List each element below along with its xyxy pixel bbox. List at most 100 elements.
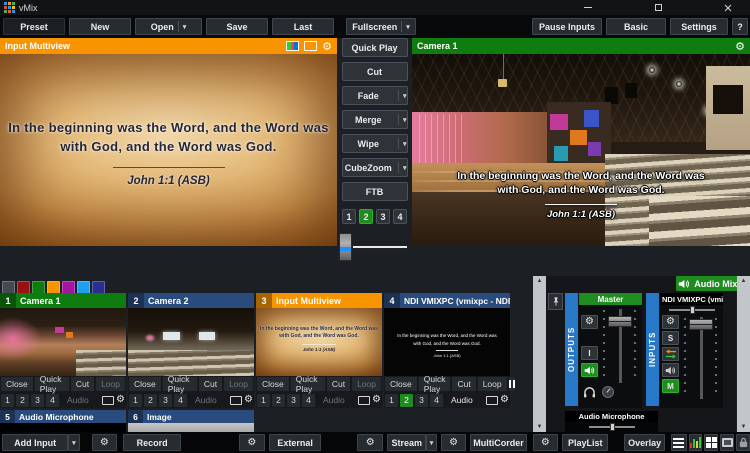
input-4-fullscreen-icon[interactable] [486,396,498,405]
playlist-settings-button[interactable]: ⚙ [533,434,559,451]
monitor-icon[interactable] [304,41,317,51]
program-settings-gear-icon[interactable]: ⚙ [735,41,745,52]
open-dropdown-icon[interactable]: ▾ [183,23,187,31]
wipe-button[interactable]: Wipe▾ [342,134,408,153]
ndi-fader-handle[interactable] [689,319,713,330]
input-3-overlay-4[interactable]: 4 [302,394,315,407]
minimize-button[interactable] [578,0,598,15]
input-2-overlay-1[interactable]: 1 [129,394,142,407]
transition-3-button[interactable]: 3 [376,209,390,224]
scroll-up-icon[interactable]: ▲ [537,276,543,286]
input-3-gear-icon[interactable]: ⚙ [372,395,381,405]
input-1-overlay-1[interactable]: 1 [1,394,14,407]
last-button[interactable]: Last [272,18,334,35]
ndi-balance-slider[interactable] [660,305,723,315]
merge-button[interactable]: Merge▾ [342,110,408,129]
layout-list-button[interactable] [671,434,687,451]
input-2-quickplay-button[interactable]: Quick Play [163,377,197,391]
ftb-button[interactable]: FTB [342,182,408,201]
overlay-button[interactable]: Overlay [624,434,665,451]
ndi-gear-button[interactable]: ⚙ [662,315,679,329]
fade-dropdown-icon[interactable]: ▾ [403,92,407,100]
input-4-overlay-4[interactable]: 4 [430,394,443,407]
settings-button[interactable]: Settings [670,18,728,35]
preview-video[interactable]: In the beginning was the Word, and the W… [0,54,337,246]
preview-settings-gear-icon[interactable]: ⚙ [322,41,332,52]
multicorder-settings-button[interactable]: ⚙ [441,434,467,451]
mixer-pin-button[interactable] [548,293,563,310]
fullscreen-button[interactable]: Fullscreen▾ [346,18,416,35]
add-input-settings-button[interactable]: ⚙ [92,434,118,451]
master-fader-handle[interactable] [608,316,632,327]
input-1-close-button[interactable]: Close [1,377,33,391]
tbar-track[interactable] [352,245,408,249]
input-2-fullscreen-icon[interactable] [230,396,242,405]
input-1-fullscreen-icon[interactable] [102,396,114,405]
input-3-thumbnail[interactable]: In the beginning was the Word, and the W… [256,308,382,376]
input-2-overlay-4[interactable]: 4 [174,394,187,407]
input-4-gear-icon[interactable]: ⚙ [500,395,509,405]
fullscreen-dropdown-icon[interactable]: ▾ [406,23,410,31]
input-3-overlay-1[interactable]: 1 [257,394,270,407]
stream-settings-button[interactable]: ⚙ [357,434,383,451]
ndi-balance-handle[interactable] [690,306,695,314]
new-button[interactable]: New [69,18,131,35]
input-4-pause-button[interactable] [509,377,515,391]
headphones-icon[interactable] [583,387,596,398]
input-2-overlay-2[interactable]: 2 [144,394,157,407]
master-mute-button[interactable] [581,363,598,377]
record-button[interactable]: Record [123,434,181,451]
input-1-titlebar[interactable]: 1 Camera 1 [0,293,126,308]
input-1-overlay-2[interactable]: 2 [16,394,29,407]
lock-button[interactable] [736,434,750,451]
external-display-button[interactable] [720,434,734,451]
input-3-audio-label[interactable]: Audio [323,395,345,405]
input-3-fullscreen-icon[interactable] [358,396,370,405]
ndi-solo-button[interactable]: S [662,331,679,345]
input-1-cut-button[interactable]: Cut [71,377,94,391]
mixer-scrollbar-right[interactable]: ▲ ▼ [737,276,750,432]
external-button[interactable]: External [269,434,322,451]
transition-2-button[interactable]: 2 [359,209,373,224]
scroll-down-icon[interactable]: ▼ [741,422,747,432]
mic-balance-handle[interactable] [610,423,615,431]
ndi-mute-button[interactable] [662,363,679,377]
quick-play-button[interactable]: Quick Play [342,38,408,57]
stream-button[interactable]: Stream [387,434,426,451]
input-6-body[interactable] [128,423,254,432]
input-4-overlay-3[interactable]: 3 [415,394,428,407]
input-3-loop-button[interactable]: Loop [352,377,381,391]
input-2-cut-button[interactable]: Cut [199,377,222,391]
input-2-titlebar[interactable]: 2 Camera 2 [128,293,254,308]
input-5-body[interactable] [0,423,126,432]
input-2-gear-icon[interactable]: ⚙ [244,395,253,405]
add-input-dropdown-button[interactable]: ▾ [68,434,79,451]
mixer-scrollbar-left[interactable]: ▲ ▼ [533,276,546,432]
colorbars-icon[interactable] [286,41,299,51]
input-1-gear-icon[interactable]: ⚙ [116,395,125,405]
pause-inputs-button[interactable]: Pause Inputs [532,18,602,35]
stream-dropdown-button[interactable]: ▾ [426,434,436,451]
input-4-quickplay-button[interactable]: Quick Play [419,377,451,391]
input-4-audio-label[interactable]: Audio [451,395,473,405]
ndi-master-assign-button[interactable]: M [662,379,679,393]
input-2-overlay-3[interactable]: 3 [159,394,172,407]
input-2-thumbnail[interactable] [128,308,254,376]
fade-button[interactable]: Fade▾ [342,86,408,105]
cut-button[interactable]: Cut [342,62,408,81]
input-4-overlay-1[interactable]: 1 [385,394,398,407]
input-1-audio-label[interactable]: Audio [67,395,89,405]
layout-grid-button[interactable] [704,434,718,451]
input-4-thumbnail[interactable]: In the beginning was the Word, and the W… [384,308,510,376]
transition-4-button[interactable]: 4 [393,209,407,224]
input-3-cut-button[interactable]: Cut [327,377,350,391]
input-3-overlay-3[interactable]: 3 [287,394,300,407]
save-button[interactable]: Save [206,18,268,35]
multicorder-button[interactable]: MultiCorder [470,434,526,451]
wipe-dropdown-icon[interactable]: ▾ [403,140,407,148]
transition-1-button[interactable]: 1 [342,209,356,224]
input-5-titlebar[interactable]: 5 Audio Microphone [0,410,126,423]
input-3-titlebar[interactable]: 3 Input Multiview [256,293,382,308]
mic-balance-slider[interactable] [565,422,658,432]
input-3-overlay-2[interactable]: 2 [272,394,285,407]
